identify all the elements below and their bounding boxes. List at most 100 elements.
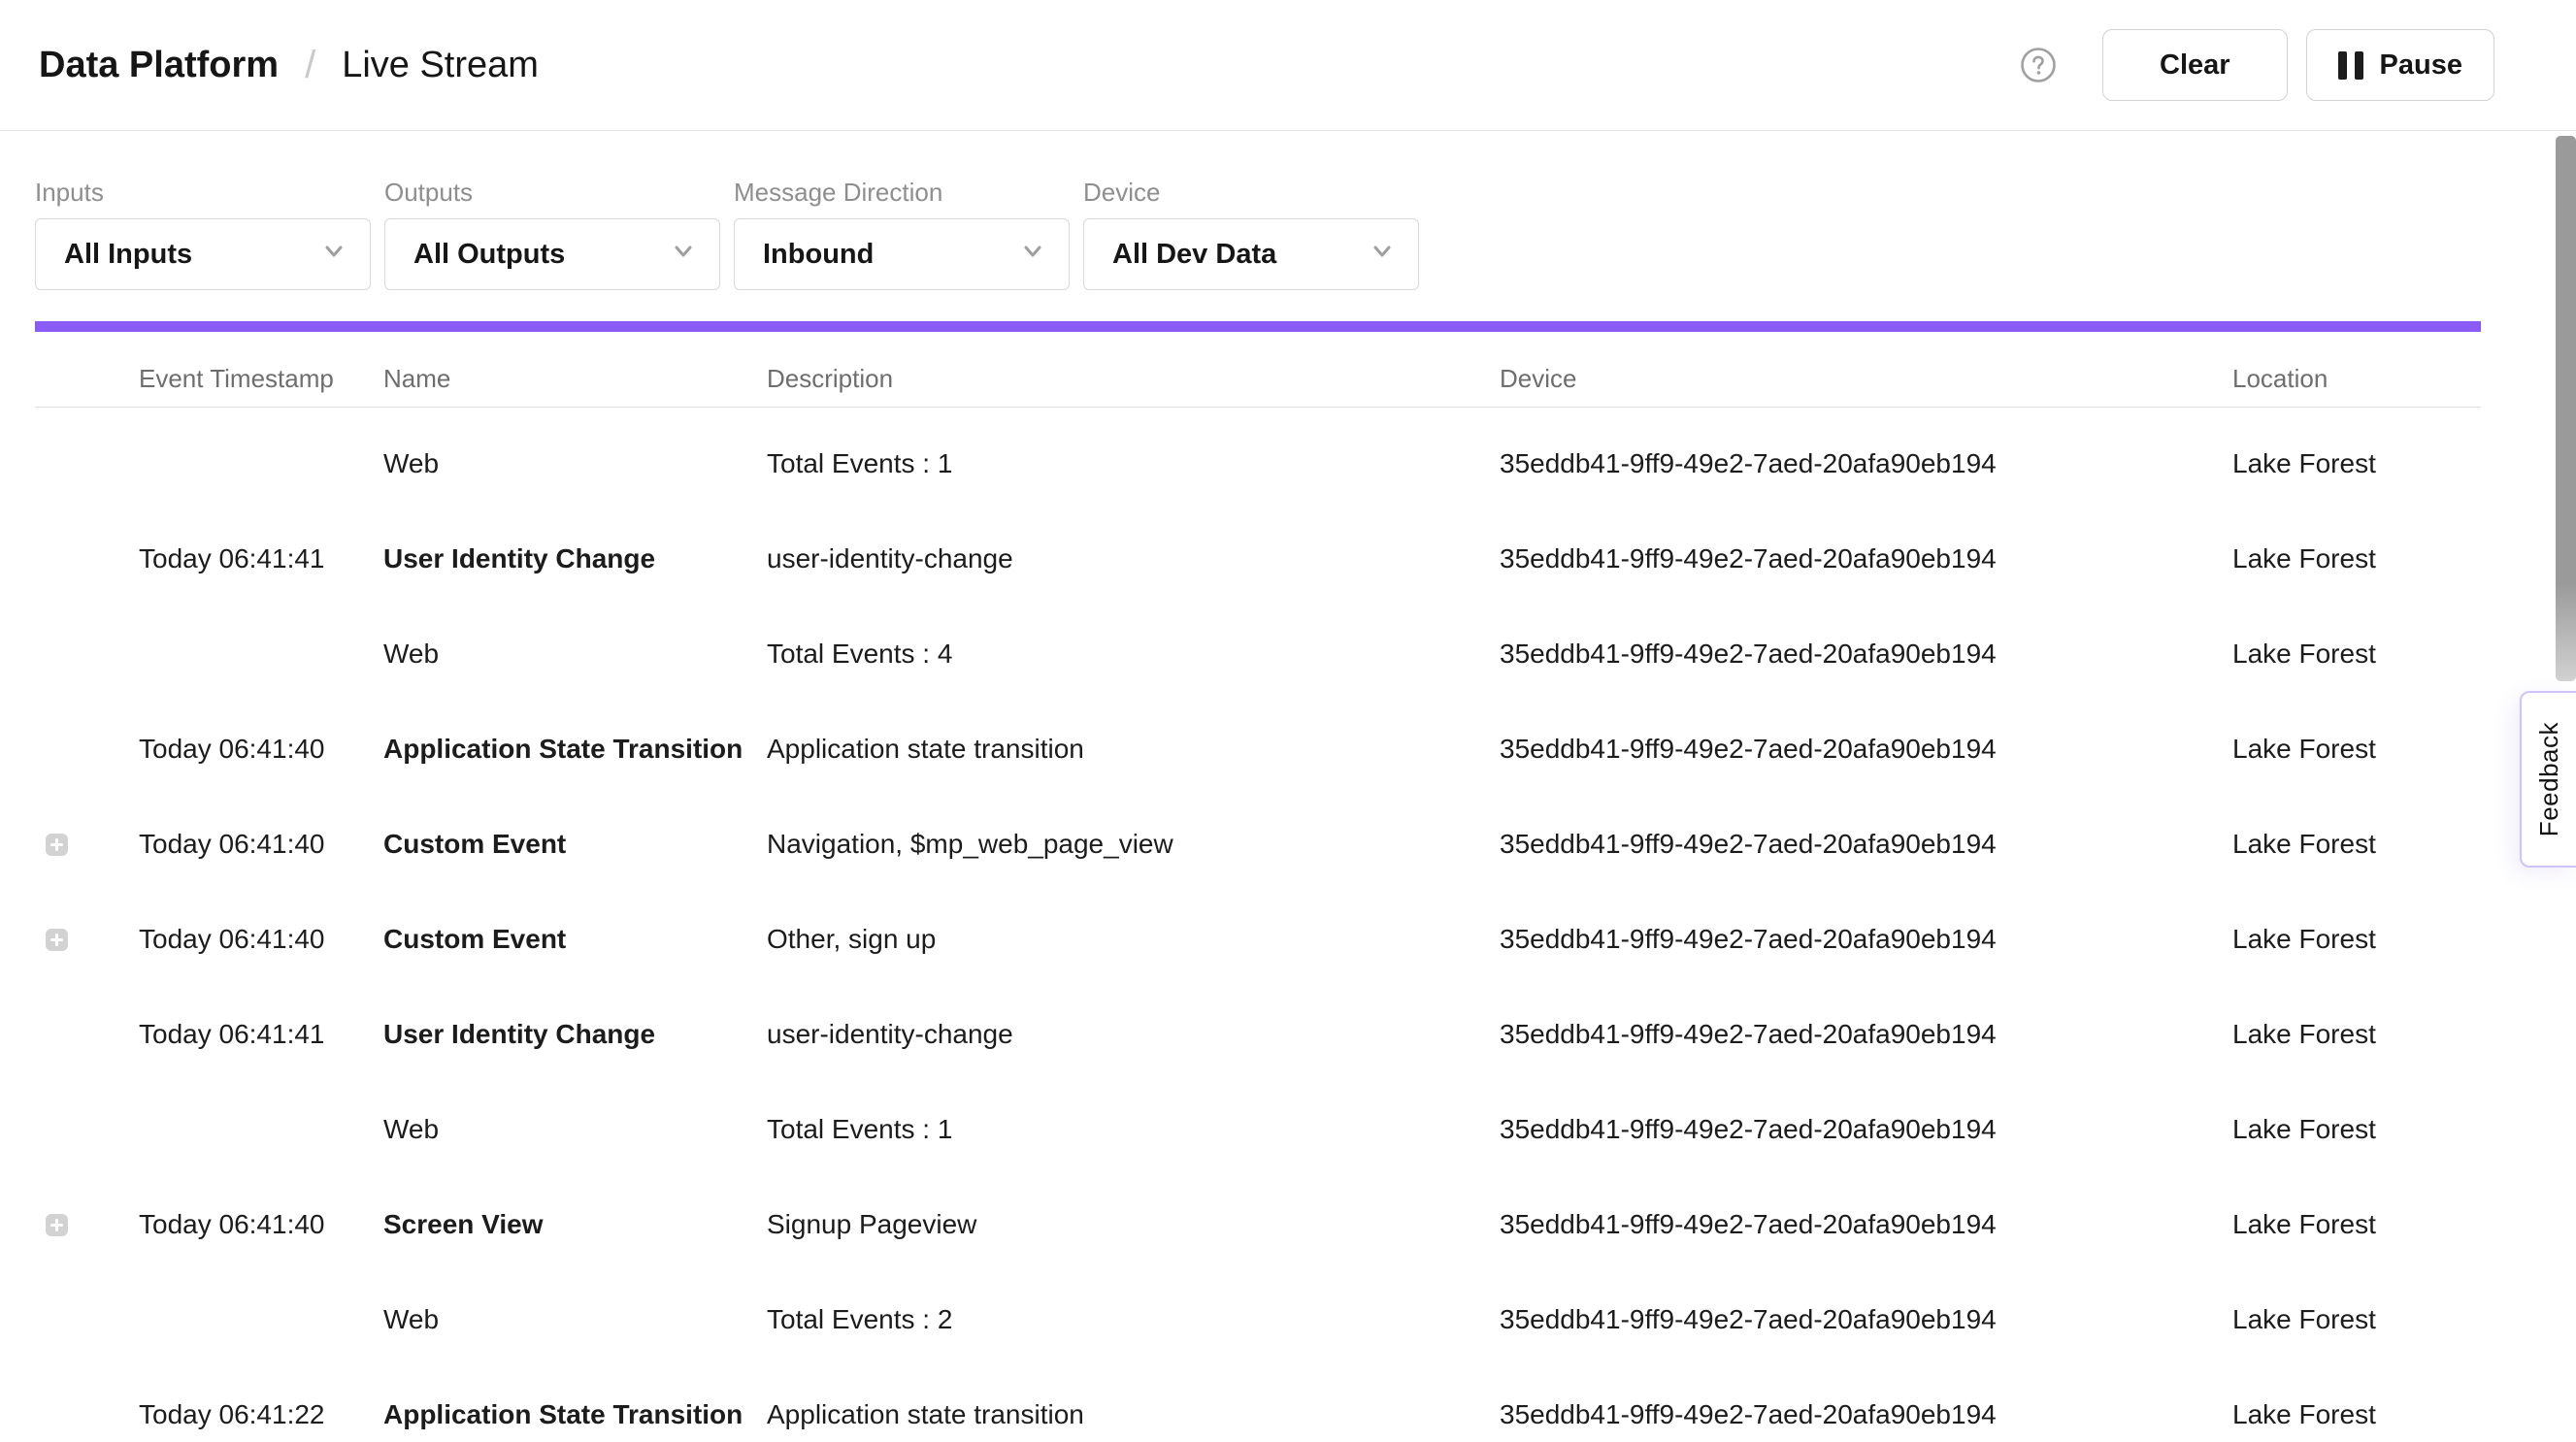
cell-device: 35eddb41-9ff9-49e2-7aed-20afa90eb194 — [1500, 734, 2232, 765]
cell-name: Screen View — [383, 1209, 767, 1240]
cell-event-timestamp: Today 06:41:41 — [139, 543, 383, 574]
col-location: Location — [2232, 364, 2481, 394]
page-header: Data Platform / Live Stream Clear Pause — [0, 0, 2576, 131]
table-body: Web Total Events : 1 35eddb41-9ff9-49e2-… — [35, 408, 2481, 1442]
breadcrumb-data-platform[interactable]: Data Platform — [39, 45, 279, 86]
cell-expand — [35, 453, 139, 475]
table-row[interactable]: Today 06:41:41 User Identity Change user… — [35, 511, 2481, 606]
breadcrumb-separator: / — [279, 44, 342, 87]
table-header: Event Timestamp Name Description Device … — [35, 332, 2481, 408]
cell-device: 35eddb41-9ff9-49e2-7aed-20afa90eb194 — [1500, 1209, 2232, 1240]
cell-description: user-identity-change — [767, 543, 1500, 574]
cell-name: Web — [383, 1304, 767, 1335]
table-row[interactable]: Web Total Events : 4 35eddb41-9ff9-49e2-… — [35, 606, 2481, 702]
table-row[interactable]: Web Total Events : 1 35eddb41-9ff9-49e2-… — [35, 1082, 2481, 1177]
filter-device-select[interactable]: All Dev Data — [1083, 218, 1419, 290]
filter-inputs-select[interactable]: All Inputs — [35, 218, 371, 290]
cell-description: Other, sign up — [767, 924, 1500, 955]
col-device: Device — [1500, 364, 2232, 394]
filter-device: Device All Dev Data — [1083, 178, 1419, 290]
cell-description: Total Events : 1 — [767, 1114, 1500, 1145]
cell-event-timestamp: Today 06:41:40 — [139, 924, 383, 955]
pause-icon — [2338, 51, 2363, 80]
filters-bar: Inputs All Inputs Outputs All Outputs Me… — [0, 131, 2576, 290]
cell-location: Lake Forest — [2232, 924, 2481, 955]
vertical-scrollbar[interactable] — [2556, 136, 2576, 681]
filter-outputs-select[interactable]: All Outputs — [384, 218, 720, 290]
chevron-down-icon — [319, 236, 348, 273]
pause-label: Pause — [2380, 49, 2462, 82]
filter-inputs: Inputs All Inputs — [35, 178, 371, 290]
table-row[interactable]: Today 06:41:40 Screen View Signup Pagevi… — [35, 1177, 2481, 1272]
cell-expand — [35, 643, 139, 666]
pause-button[interactable]: Pause — [2306, 29, 2494, 101]
cell-location: Lake Forest — [2232, 1399, 2481, 1430]
filter-device-value: All Dev Data — [1112, 239, 1276, 271]
expand-row-icon[interactable] — [46, 834, 68, 856]
accent-divider — [35, 321, 2481, 332]
table-row[interactable]: Today 06:41:40 Custom Event Navigation, … — [35, 797, 2481, 892]
cell-description: Application state transition — [767, 1399, 1500, 1430]
help-icon[interactable] — [2019, 46, 2058, 84]
table-row[interactable]: Today 06:41:40 Application State Transit… — [35, 702, 2481, 797]
cell-event-timestamp: Today 06:41:41 — [139, 1019, 383, 1050]
cell-device: 35eddb41-9ff9-49e2-7aed-20afa90eb194 — [1500, 1114, 2232, 1145]
cell-device: 35eddb41-9ff9-49e2-7aed-20afa90eb194 — [1500, 639, 2232, 670]
cell-description: user-identity-change — [767, 1019, 1500, 1050]
cell-name: Web — [383, 1114, 767, 1145]
cell-device: 35eddb41-9ff9-49e2-7aed-20afa90eb194 — [1500, 1304, 2232, 1335]
chevron-down-icon — [1018, 236, 1047, 273]
cell-expand — [35, 1119, 139, 1141]
cell-name: Custom Event — [383, 829, 767, 860]
cell-location: Lake Forest — [2232, 734, 2481, 765]
cell-location: Lake Forest — [2232, 448, 2481, 479]
cell-name: User Identity Change — [383, 543, 767, 574]
cell-expand — [35, 834, 139, 856]
expand-row-icon[interactable] — [46, 1214, 68, 1236]
cell-device: 35eddb41-9ff9-49e2-7aed-20afa90eb194 — [1500, 829, 2232, 860]
events-table: Event Timestamp Name Description Device … — [35, 332, 2481, 1442]
clear-button[interactable]: Clear — [2102, 29, 2288, 101]
cell-location: Lake Forest — [2232, 543, 2481, 574]
filter-inputs-value: All Inputs — [64, 239, 192, 271]
cell-name: Application State Transition — [383, 734, 767, 765]
filter-outputs-label: Outputs — [384, 178, 720, 207]
cell-expand — [35, 1404, 139, 1426]
cell-location: Lake Forest — [2232, 1019, 2481, 1050]
cell-location: Lake Forest — [2232, 829, 2481, 860]
table-row[interactable]: Today 06:41:40 Custom Event Other, sign … — [35, 892, 2481, 987]
col-description: Description — [767, 364, 1500, 394]
cell-device: 35eddb41-9ff9-49e2-7aed-20afa90eb194 — [1500, 924, 2232, 955]
chevron-down-icon — [1368, 236, 1397, 273]
cell-name: User Identity Change — [383, 1019, 767, 1050]
cell-event-timestamp: Today 06:41:40 — [139, 829, 383, 860]
table-row[interactable]: Web Total Events : 1 35eddb41-9ff9-49e2-… — [35, 416, 2481, 511]
table-row[interactable]: Web Total Events : 2 35eddb41-9ff9-49e2-… — [35, 1272, 2481, 1367]
table-row[interactable]: Today 06:41:41 User Identity Change user… — [35, 987, 2481, 1082]
cell-expand — [35, 929, 139, 951]
cell-expand — [35, 1309, 139, 1331]
filter-outputs-value: All Outputs — [413, 239, 565, 271]
cell-expand — [35, 1214, 139, 1236]
table-row[interactable]: Today 06:41:22 Application State Transit… — [35, 1367, 2481, 1442]
chevron-down-icon — [669, 236, 698, 273]
feedback-tab[interactable]: Feedback — [2520, 691, 2576, 868]
filter-message-direction-value: Inbound — [763, 239, 874, 271]
cell-description: Total Events : 1 — [767, 448, 1500, 479]
cell-device: 35eddb41-9ff9-49e2-7aed-20afa90eb194 — [1500, 1019, 2232, 1050]
cell-name: Web — [383, 639, 767, 670]
cell-expand — [35, 1024, 139, 1046]
cell-device: 35eddb41-9ff9-49e2-7aed-20afa90eb194 — [1500, 448, 2232, 479]
cell-expand — [35, 738, 139, 761]
filter-message-direction-select[interactable]: Inbound — [734, 218, 1070, 290]
breadcrumb-live-stream: Live Stream — [342, 45, 539, 86]
cell-device: 35eddb41-9ff9-49e2-7aed-20afa90eb194 — [1500, 543, 2232, 574]
cell-name: Application State Transition — [383, 1399, 767, 1430]
cell-description: Total Events : 4 — [767, 639, 1500, 670]
header-actions: Clear Pause — [2019, 29, 2494, 101]
cell-event-timestamp: Today 06:41:40 — [139, 734, 383, 765]
feedback-label: Feedback — [2534, 722, 2564, 836]
cell-description: Navigation, $mp_web_page_view — [767, 829, 1500, 860]
expand-row-icon[interactable] — [46, 929, 68, 951]
col-name: Name — [383, 364, 767, 394]
